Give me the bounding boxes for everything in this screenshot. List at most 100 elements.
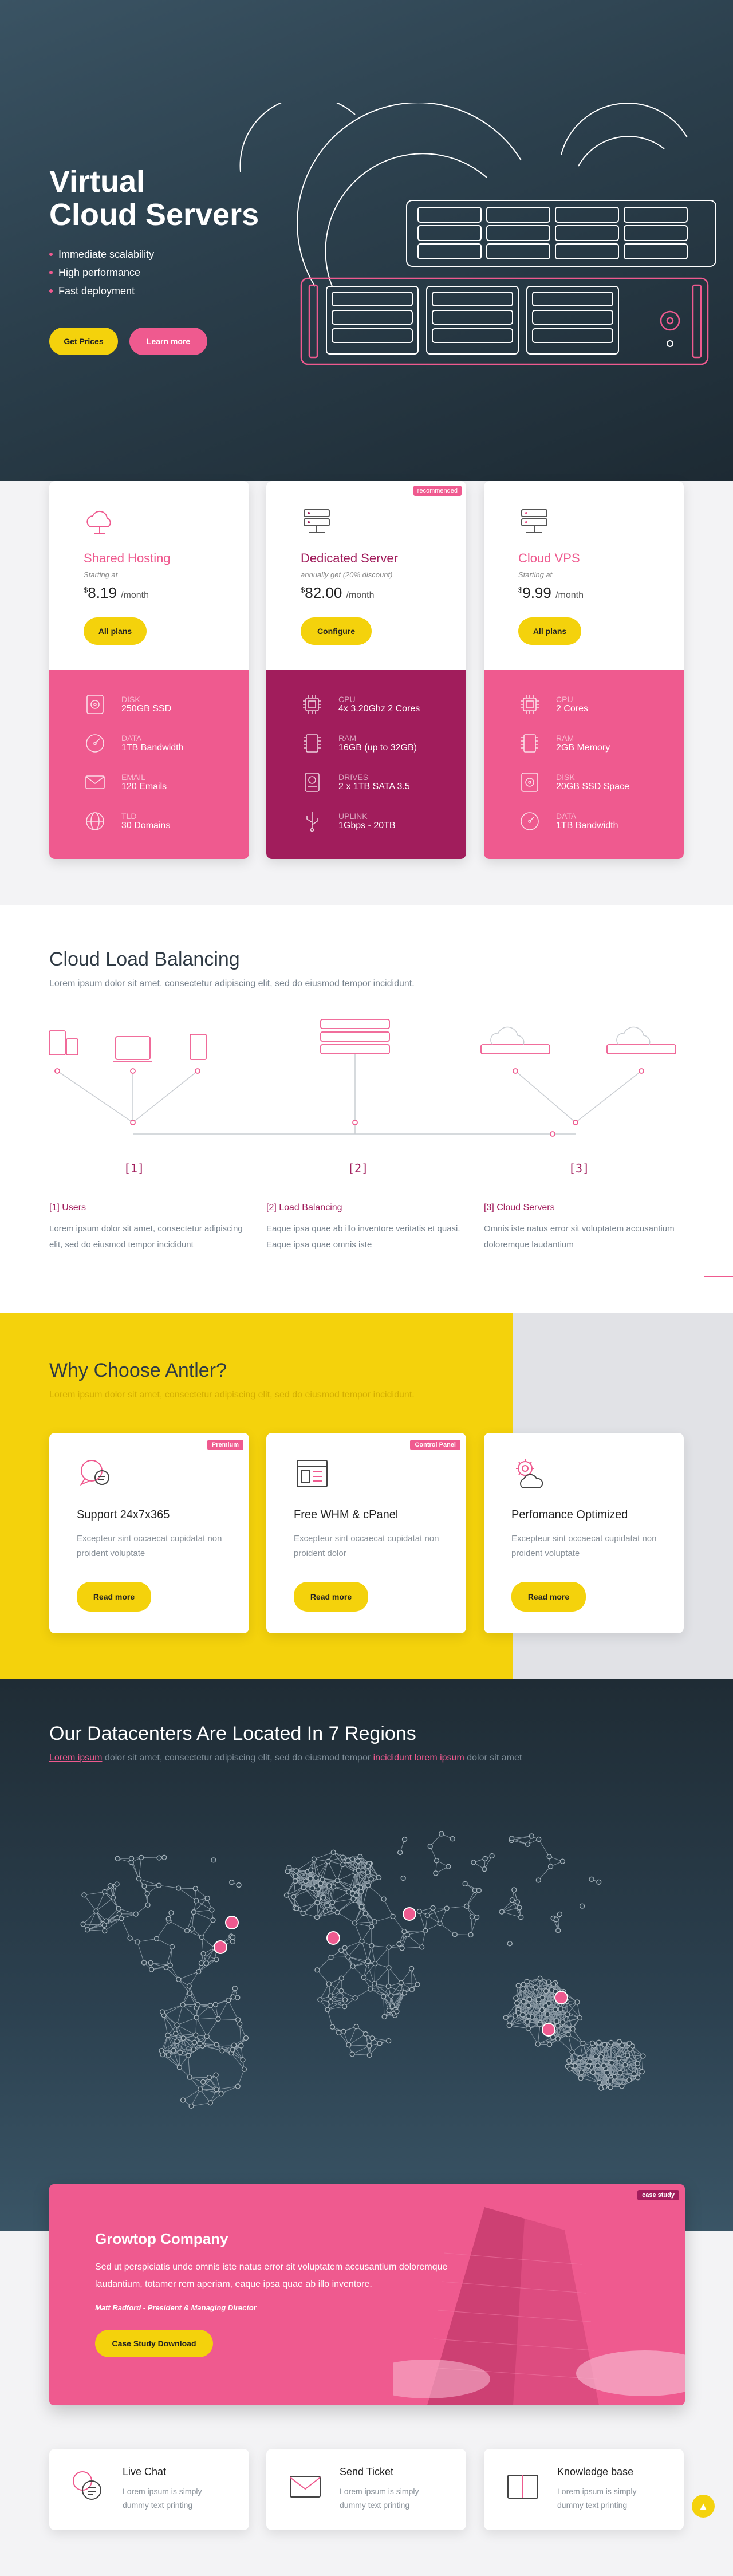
spec-row: Data 1TB Bandwidth: [518, 802, 684, 841]
marker-1: [1]: [124, 1161, 145, 1175]
spec-value: 1TB Bandwidth: [556, 821, 618, 830]
spec-row: RAM 2GB Memory: [518, 724, 684, 763]
disk-icon: [86, 695, 104, 714]
all-plans-button[interactable]: All plans: [84, 617, 147, 645]
spec-value: 120 Emails: [121, 782, 167, 791]
read-more-button[interactable]: Read more: [511, 1582, 586, 1612]
datacenter-marker[interactable]: [554, 1991, 568, 2004]
get-prices-button[interactable]: Get Prices: [49, 328, 118, 355]
cpu-icon: [303, 695, 321, 714]
pricing-card-shared: Shared Hosting Starting at $8.19 /month …: [49, 481, 249, 859]
contact-name: Live Chat: [123, 2466, 167, 2477]
spec-row: Tld 30 Domains: [84, 802, 249, 841]
hero-bullet: Immediate scalability: [49, 245, 154, 263]
datacenters-section: Our Datacenters Are Located In 7 Regions…: [0, 1679, 733, 2231]
datacenter-marker[interactable]: [403, 1907, 416, 1921]
datacenter-marker[interactable]: [326, 1931, 340, 1945]
subtitle-highlight: Lorem ipsum: [49, 1753, 103, 1763]
divider: [704, 1276, 733, 1277]
spec-row: Data 1TB Bandwidth: [84, 724, 249, 763]
lb-column-title: [2] Load Balancing: [266, 1203, 342, 1212]
section-subtitle: Lorem ipsum dolor sit amet, consectetur …: [49, 1390, 415, 1400]
lb-column-title: [3] Cloud Servers: [484, 1203, 555, 1212]
spec-label: Disk: [121, 695, 140, 704]
book-icon: [507, 2475, 538, 2499]
subtitle-highlight: incididunt lorem ipsum: [373, 1753, 464, 1763]
hero-title: Virtual Cloud Servers: [49, 165, 259, 231]
hero-title-line1: Virtual: [49, 164, 145, 199]
case-title: Growtop Company: [95, 2230, 228, 2247]
gauge-icon: [521, 812, 539, 830]
marker-3: [3]: [569, 1161, 590, 1175]
server-icon: [521, 509, 547, 533]
contact-name: Knowledge base: [557, 2466, 634, 2477]
spec-value: 2 x 1TB SATA 3.5: [338, 782, 410, 791]
plan-subtitle: Starting at: [84, 570, 118, 579]
usb-icon: [306, 812, 318, 832]
contact-card-live-chat[interactable]: Live Chat Lorem ipsum is simply dummy te…: [49, 2449, 249, 2530]
section-subtitle: Lorem ipsum dolor sit amet, consectetur …: [49, 1753, 522, 1763]
price-period: /month: [555, 590, 584, 600]
control-panel-icon: [297, 1460, 328, 1487]
hero-section: Virtual Cloud Servers Immediate scalabil…: [0, 0, 733, 481]
spec-label: RAM: [338, 734, 357, 743]
hero-bullet: Fast deployment: [49, 282, 154, 300]
learn-more-button[interactable]: Learn more: [129, 328, 207, 355]
price-period: /month: [346, 590, 375, 600]
plan-name: Dedicated Server: [301, 551, 398, 565]
case-study-badge: case study: [637, 2190, 679, 2200]
datacenter-marker[interactable]: [225, 1916, 239, 1929]
configure-button[interactable]: Configure: [301, 617, 372, 645]
read-more-button[interactable]: Read more: [294, 1582, 368, 1612]
premium-badge: Premium: [207, 1440, 243, 1450]
load-balancing-diagram: [49, 1019, 676, 1137]
subtitle-text: dolor sit amet, consectetur adipiscing e…: [102, 1753, 373, 1763]
plan-specs: Disk 250GB SSD Data 1TB Bandwidth Email 120…: [49, 670, 249, 859]
spec-row: Email 120 Emails: [84, 763, 249, 802]
spec-label: Data: [556, 812, 577, 821]
spec-value: 16GB (up to 32GB): [338, 743, 417, 753]
contact-card-send-ticket[interactable]: Send Ticket Lorem ipsum is simply dummy …: [266, 2449, 466, 2530]
plan-price: $82.00 /month: [301, 584, 374, 602]
spec-row: Drives 2 x 1TB SATA 3.5: [301, 763, 466, 802]
why-choose-section: Why Choose Antler? Lorem ipsum dolor sit…: [0, 1313, 733, 1679]
spec-row: RAM 16GB (up to 32GB): [301, 724, 466, 763]
spec-value: 4x 3.20Ghz 2 Cores: [338, 704, 420, 714]
spec-value: 30 Domains: [121, 821, 171, 830]
globe-icon: [86, 812, 104, 830]
feature-name: Free WHM & cPanel: [294, 1508, 399, 1521]
world-map: [80, 1831, 646, 2109]
spec-row: Disk 250GB SSD: [84, 685, 249, 724]
case-study-download-button[interactable]: Case Study Download: [95, 2330, 213, 2357]
plan-specs: CPU 4x 3.20Ghz 2 Cores RAM 16GB (up to 32G…: [266, 670, 466, 859]
scroll-to-top-button[interactable]: ▲: [692, 2495, 715, 2518]
chat-icon: [73, 2471, 101, 2500]
datacenter-marker[interactable]: [214, 1940, 227, 1954]
section-title: Our Datacenters Are Located In 7 Regions: [49, 1723, 416, 1744]
lb-column-title: [1] Users: [49, 1203, 86, 1212]
spec-value: 1Gbps - 20TB: [338, 821, 396, 830]
recommended-badge: recommended: [413, 486, 462, 496]
gear-cloud-icon: [516, 1459, 543, 1488]
contact-name: Send Ticket: [340, 2466, 394, 2477]
contact-desc: Lorem ipsum is simply dummy text printin…: [340, 2487, 419, 2510]
pricing-card-vps: Cloud VPS Starting at $9.99 /month All p…: [484, 481, 684, 859]
section-subtitle: Lorem ipsum dolor sit amet, consectetur …: [49, 979, 415, 988]
price-period: /month: [121, 590, 149, 600]
spec-label: Drives: [338, 773, 369, 782]
server-rack-illustration: [239, 103, 716, 365]
lb-column-text: Omnis iste natus error sit voluptatem ac…: [484, 1224, 675, 1250]
envelope-icon: [85, 775, 105, 789]
contact-desc: Lorem ipsum is simply dummy text printin…: [123, 2487, 202, 2510]
plan-price: $8.19 /month: [84, 584, 149, 602]
plan-specs: CPU 2 Cores RAM 2GB Memory Disk 20GB SSD Sp…: [484, 670, 684, 859]
case-study-card: case study Growtop Company Sed ut perspi…: [49, 2184, 685, 2405]
datacenter-marker[interactable]: [542, 2023, 555, 2037]
read-more-button[interactable]: Read more: [77, 1582, 151, 1612]
feature-card-support: Premium Support 24x7x365 Excepteur sint …: [49, 1433, 249, 1633]
chevron-up-icon: ▲: [698, 2500, 708, 2512]
spec-label: Email: [121, 773, 146, 782]
subtitle-text: dolor sit amet: [464, 1753, 522, 1763]
all-plans-button[interactable]: All plans: [518, 617, 581, 645]
contact-card-knowledge-base[interactable]: Knowledge base Lorem ipsum is simply dum…: [484, 2449, 684, 2530]
